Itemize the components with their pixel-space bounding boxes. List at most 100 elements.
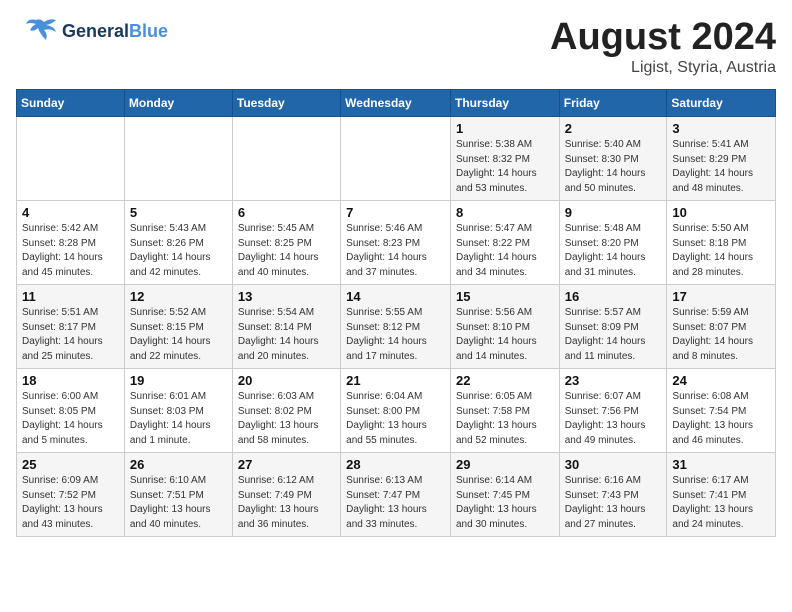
day-detail: Sunrise: 5:40 AM Sunset: 8:30 PM Dayligh… [565,138,662,196]
day-number: 6 [238,205,335,220]
day-number: 25 [22,457,119,472]
day-number: 24 [672,373,770,388]
calendar-cell: 31 Sunrise: 6:17 AM Sunset: 7:41 PM Dayli… [667,453,776,537]
day-number: 16 [565,289,662,304]
day-number: 27 [238,457,335,472]
title-block: August 2024 Ligist, Styria, Austria [550,16,776,77]
logo-text: GeneralBlue [62,22,168,42]
day-detail: Sunrise: 5:51 AM Sunset: 8:17 PM Dayligh… [22,306,119,364]
day-number: 28 [346,457,445,472]
calendar-cell: 9Sunrise: 5:48 AM Sunset: 8:20 PM Daylig… [559,201,667,285]
day-number: 19 [130,373,227,388]
day-of-week-header: Saturday [667,90,776,117]
day-detail: Sunrise: 6:03 AM Sunset: 8:02 PM Dayligh… [238,390,335,448]
day-detail: Sunrise: 6:17 AM Sunset: 7:41 PM Dayligh… [672,474,770,532]
day-number: 15 [456,289,554,304]
day-of-week-header: Tuesday [232,90,340,117]
day-of-week-header: Monday [124,90,232,117]
calendar-cell [17,117,125,201]
day-detail: Sunrise: 6:04 AM Sunset: 8:00 PM Dayligh… [346,390,445,448]
day-detail: Sunrise: 6:12 AM Sunset: 7:49 PM Dayligh… [238,474,335,532]
calendar-cell [341,117,451,201]
calendar-cell: 7 Sunrise: 5:46 AM Sunset: 8:23 PM Daylig… [341,201,451,285]
calendar-week-row: 4Sunrise: 5:42 AM Sunset: 8:28 PM Daylig… [17,201,776,285]
day-detail: Sunrise: 5:56 AM Sunset: 8:10 PM Dayligh… [456,306,554,364]
day-detail: Sunrise: 6:10 AM Sunset: 7:51 PM Dayligh… [130,474,227,532]
day-number: 12 [130,289,227,304]
day-of-week-header: Wednesday [341,90,451,117]
day-detail: Sunrise: 5:43 AM Sunset: 8:26 PM Dayligh… [130,222,227,280]
calendar-cell: 11 Sunrise: 5:51 AM Sunset: 8:17 PM Dayli… [17,285,125,369]
day-number: 3 [672,121,770,136]
calendar-week-row: 25 Sunrise: 6:09 AM Sunset: 7:52 PM Dayli… [17,453,776,537]
calendar-cell: 3 Sunrise: 5:41 AM Sunset: 8:29 PM Daylig… [667,117,776,201]
day-of-week-header: Thursday [450,90,559,117]
calendar-cell: 21 Sunrise: 6:04 AM Sunset: 8:00 PM Dayli… [341,369,451,453]
calendar-table: SundayMondayTuesdayWednesdayThursdayFrid… [16,89,776,537]
calendar-cell: 5 Sunrise: 5:43 AM Sunset: 8:26 PM Daylig… [124,201,232,285]
calendar-cell: 6 Sunrise: 5:45 AM Sunset: 8:25 PM Daylig… [232,201,340,285]
location-subtitle: Ligist, Styria, Austria [550,59,776,77]
day-detail: Sunrise: 6:14 AM Sunset: 7:45 PM Dayligh… [456,474,554,532]
day-number: 26 [130,457,227,472]
day-number: 31 [672,457,770,472]
day-number: 8 [456,205,554,220]
day-number: 22 [456,373,554,388]
day-detail: Sunrise: 5:47 AM Sunset: 8:22 PM Dayligh… [456,222,554,280]
calendar-cell: 28 Sunrise: 6:13 AM Sunset: 7:47 PM Dayli… [341,453,451,537]
day-number: 20 [238,373,335,388]
day-detail: Sunrise: 6:13 AM Sunset: 7:47 PM Dayligh… [346,474,445,532]
day-detail: Sunrise: 5:50 AM Sunset: 8:18 PM Dayligh… [672,222,770,280]
day-detail: Sunrise: 5:38 AM Sunset: 8:32 PM Dayligh… [456,138,554,196]
day-number: 23 [565,373,662,388]
day-number: 21 [346,373,445,388]
calendar-cell: 20 Sunrise: 6:03 AM Sunset: 8:02 PM Dayli… [232,369,340,453]
calendar-cell: 22 Sunrise: 6:05 AM Sunset: 7:58 PM Dayli… [450,369,559,453]
calendar-cell [124,117,232,201]
calendar-cell: 18 Sunrise: 6:00 AM Sunset: 8:05 PM Dayli… [17,369,125,453]
calendar-cell: 25 Sunrise: 6:09 AM Sunset: 7:52 PM Dayli… [17,453,125,537]
calendar-cell: 4Sunrise: 5:42 AM Sunset: 8:28 PM Daylig… [17,201,125,285]
day-number: 7 [346,205,445,220]
calendar-cell: 15 Sunrise: 5:56 AM Sunset: 8:10 PM Dayli… [450,285,559,369]
day-number: 30 [565,457,662,472]
logo-icon [16,16,58,48]
calendar-week-row: 1 Sunrise: 5:38 AM Sunset: 8:32 PM Daylig… [17,117,776,201]
day-number: 2 [565,121,662,136]
day-detail: Sunrise: 6:00 AM Sunset: 8:05 PM Dayligh… [22,390,119,448]
calendar-cell: 30Sunrise: 6:16 AM Sunset: 7:43 PM Dayli… [559,453,667,537]
calendar-cell: 10Sunrise: 5:50 AM Sunset: 8:18 PM Dayli… [667,201,776,285]
day-detail: Sunrise: 6:09 AM Sunset: 7:52 PM Dayligh… [22,474,119,532]
day-number: 11 [22,289,119,304]
day-detail: Sunrise: 5:41 AM Sunset: 8:29 PM Dayligh… [672,138,770,196]
calendar-cell: 26 Sunrise: 6:10 AM Sunset: 7:51 PM Dayli… [124,453,232,537]
day-detail: Sunrise: 5:46 AM Sunset: 8:23 PM Dayligh… [346,222,445,280]
day-detail: Sunrise: 6:05 AM Sunset: 7:58 PM Dayligh… [456,390,554,448]
calendar-cell: 16 Sunrise: 5:57 AM Sunset: 8:09 PM Dayli… [559,285,667,369]
calendar-cell: 29Sunrise: 6:14 AM Sunset: 7:45 PM Dayli… [450,453,559,537]
day-detail: Sunrise: 6:01 AM Sunset: 8:03 PM Dayligh… [130,390,227,448]
page-header: GeneralBlue August 2024 Ligist, Styria, … [16,16,776,77]
day-detail: Sunrise: 5:48 AM Sunset: 8:20 PM Dayligh… [565,222,662,280]
calendar-cell: 23 Sunrise: 6:07 AM Sunset: 7:56 PM Dayli… [559,369,667,453]
calendar-cell: 24Sunrise: 6:08 AM Sunset: 7:54 PM Dayli… [667,369,776,453]
day-detail: Sunrise: 5:52 AM Sunset: 8:15 PM Dayligh… [130,306,227,364]
day-detail: Sunrise: 5:55 AM Sunset: 8:12 PM Dayligh… [346,306,445,364]
day-number: 4 [22,205,119,220]
calendar-week-row: 18 Sunrise: 6:00 AM Sunset: 8:05 PM Dayli… [17,369,776,453]
calendar-cell: 19 Sunrise: 6:01 AM Sunset: 8:03 PM Dayli… [124,369,232,453]
calendar-cell: 13Sunrise: 5:54 AM Sunset: 8:14 PM Dayli… [232,285,340,369]
logo: GeneralBlue [16,16,168,48]
day-number: 1 [456,121,554,136]
calendar-cell [232,117,340,201]
calendar-header-row: SundayMondayTuesdayWednesdayThursdayFrid… [17,90,776,117]
day-number: 5 [130,205,227,220]
day-number: 18 [22,373,119,388]
day-number: 14 [346,289,445,304]
day-detail: Sunrise: 6:07 AM Sunset: 7:56 PM Dayligh… [565,390,662,448]
day-detail: Sunrise: 5:45 AM Sunset: 8:25 PM Dayligh… [238,222,335,280]
day-detail: Sunrise: 5:57 AM Sunset: 8:09 PM Dayligh… [565,306,662,364]
day-number: 17 [672,289,770,304]
calendar-cell: 2 Sunrise: 5:40 AM Sunset: 8:30 PM Daylig… [559,117,667,201]
calendar-week-row: 11 Sunrise: 5:51 AM Sunset: 8:17 PM Dayli… [17,285,776,369]
